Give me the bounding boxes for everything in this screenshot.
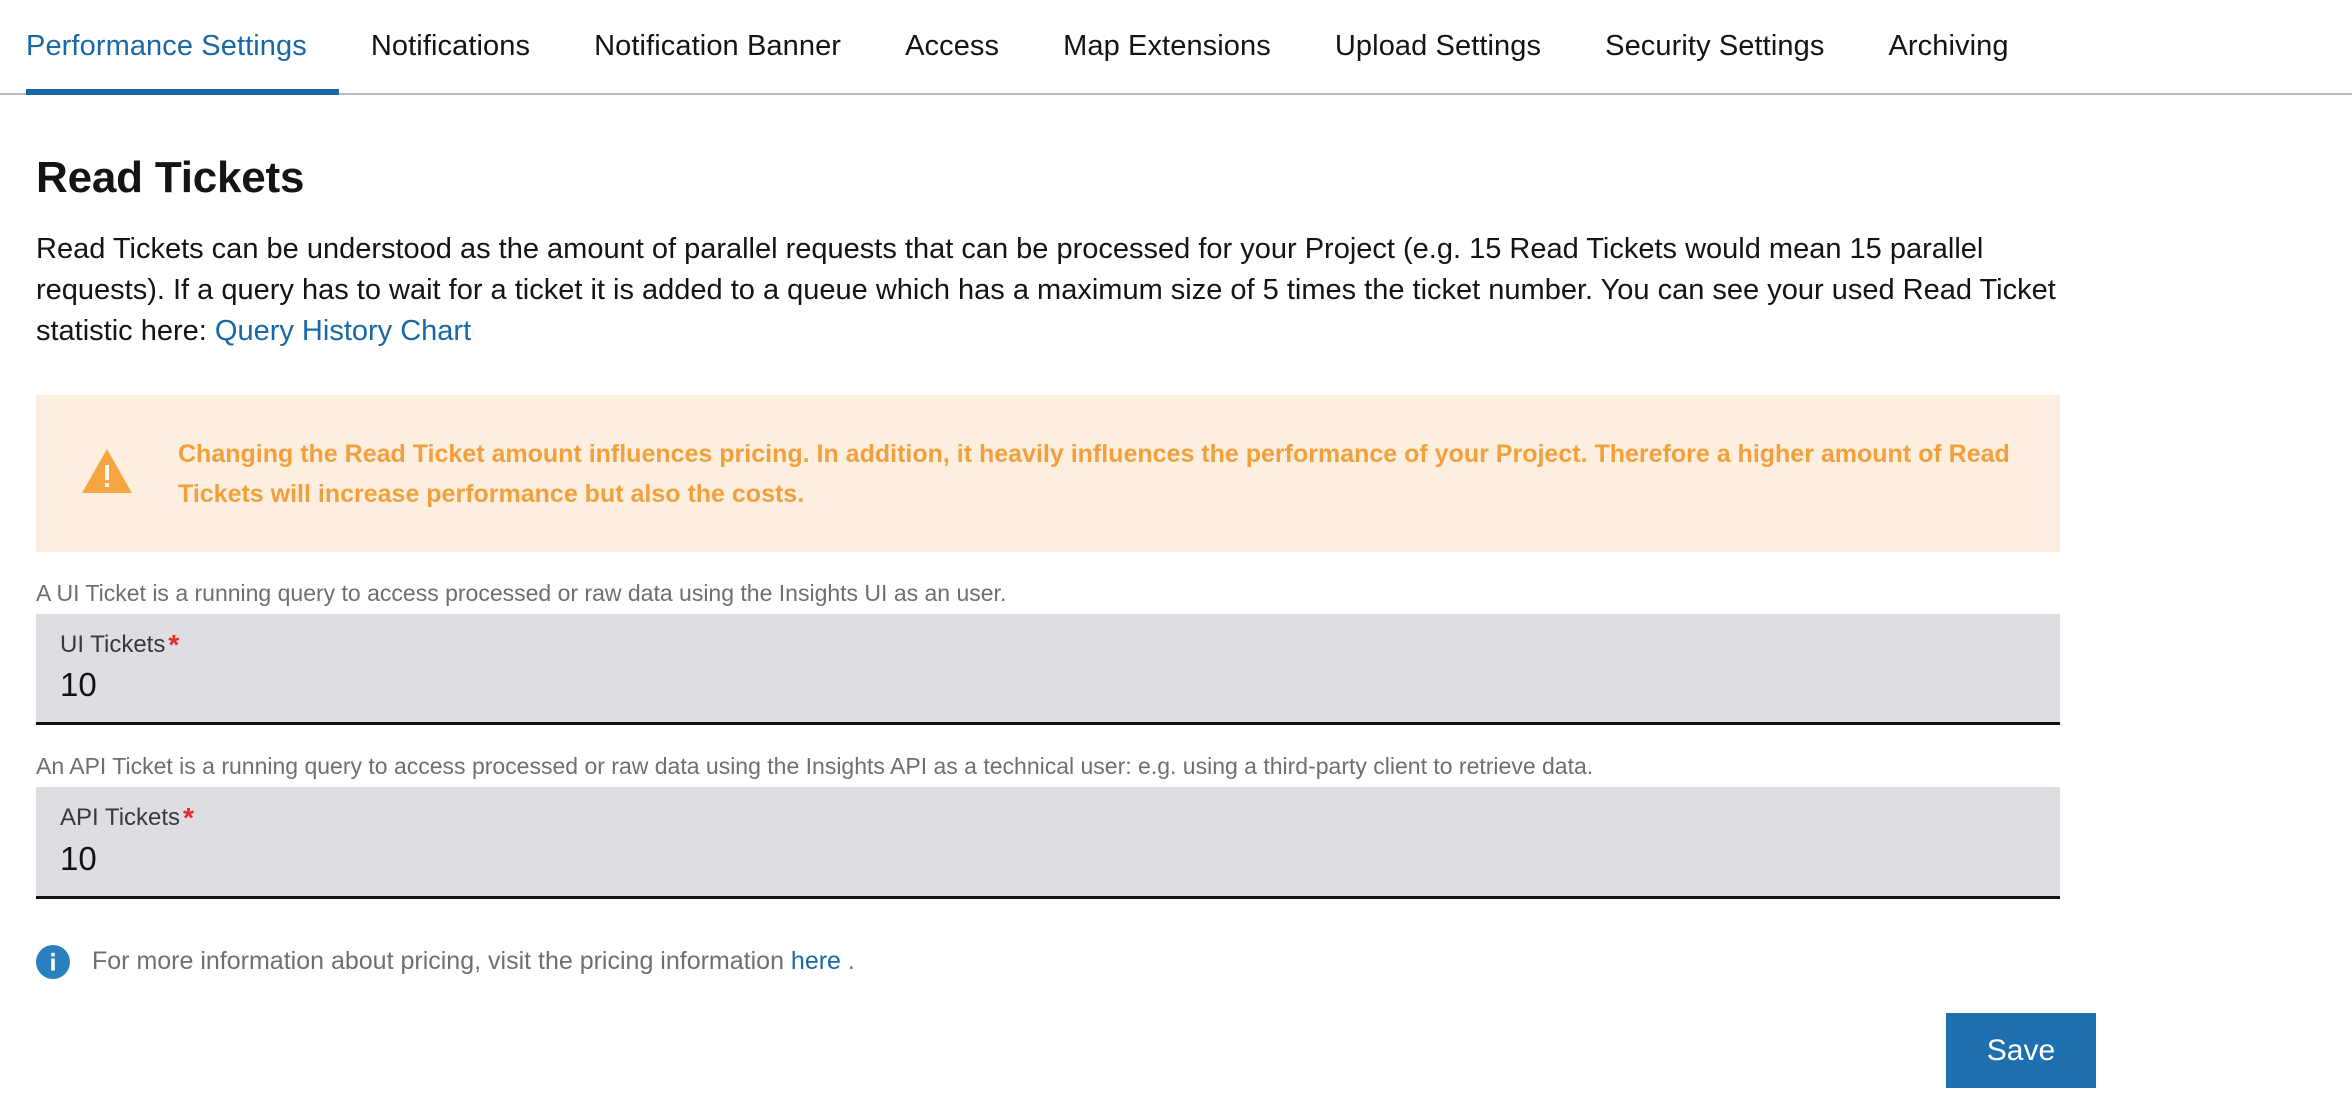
tab-label: Security Settings [1605, 30, 1824, 63]
tab-label: Access [905, 30, 999, 63]
page-description: Read Tickets can be understood as the am… [36, 229, 2061, 353]
save-button[interactable]: Save [1946, 1013, 2096, 1088]
tab-upload-settings[interactable]: Upload Settings [1303, 0, 1573, 93]
warning-triangle-icon [80, 445, 134, 499]
tab-security-settings[interactable]: Security Settings [1573, 0, 1856, 93]
ui-tickets-value[interactable]: 10 [60, 666, 2036, 704]
pricing-info-text: For more information about pricing, visi… [92, 947, 855, 976]
tab-label: Performance Settings [26, 30, 307, 63]
tab-access[interactable]: Access [873, 0, 1031, 93]
pricing-info-text-after: . [841, 947, 855, 975]
tab-label: Map Extensions [1063, 30, 1271, 63]
tab-notifications[interactable]: Notifications [339, 0, 562, 93]
tab-map-extensions[interactable]: Map Extensions [1031, 0, 1303, 93]
tab-archiving[interactable]: Archiving [1856, 0, 2040, 93]
ui-tickets-label-text: UI Tickets [60, 631, 165, 658]
api-tickets-hint: An API Ticket is a running query to acce… [36, 753, 2352, 780]
ui-tickets-label: UI Tickets* [60, 630, 2036, 661]
ui-tickets-field[interactable]: UI Tickets* 10 [36, 614, 2060, 726]
required-asterisk: * [183, 802, 194, 833]
pricing-info-text-before: For more information about pricing, visi… [92, 947, 791, 975]
pricing-here-link[interactable]: here [791, 947, 841, 975]
tab-label: Archiving [1888, 30, 2008, 63]
pricing-warning-banner: Changing the Read Ticket amount influenc… [36, 395, 2060, 552]
api-tickets-label-text: API Tickets [60, 804, 180, 831]
tab-performance-settings[interactable]: Performance Settings [26, 0, 339, 93]
info-circle-icon [36, 945, 70, 979]
ui-tickets-hint: A UI Ticket is a running query to access… [36, 580, 2352, 607]
form-actions: Save [36, 1013, 2096, 1088]
tab-label: Notifications [371, 30, 530, 63]
tab-notification-banner[interactable]: Notification Banner [562, 0, 873, 93]
query-history-chart-link[interactable]: Query History Chart [215, 315, 471, 347]
required-asterisk: * [168, 629, 179, 660]
settings-tab-bar: Performance Settings Notifications Notif… [0, 0, 2352, 95]
read-tickets-panel: Read Tickets Read Tickets can be underst… [0, 153, 2352, 1088]
tab-label: Notification Banner [594, 30, 841, 63]
pricing-warning-text: Changing the Read Ticket amount influenc… [178, 427, 2018, 514]
api-tickets-label: API Tickets* [60, 803, 2036, 834]
tab-label: Upload Settings [1335, 30, 1541, 63]
pricing-info-row: For more information about pricing, visi… [36, 945, 2352, 979]
api-tickets-field[interactable]: API Tickets* 10 [36, 787, 2060, 899]
api-tickets-value[interactable]: 10 [60, 840, 2036, 878]
page-title: Read Tickets [36, 153, 2352, 203]
